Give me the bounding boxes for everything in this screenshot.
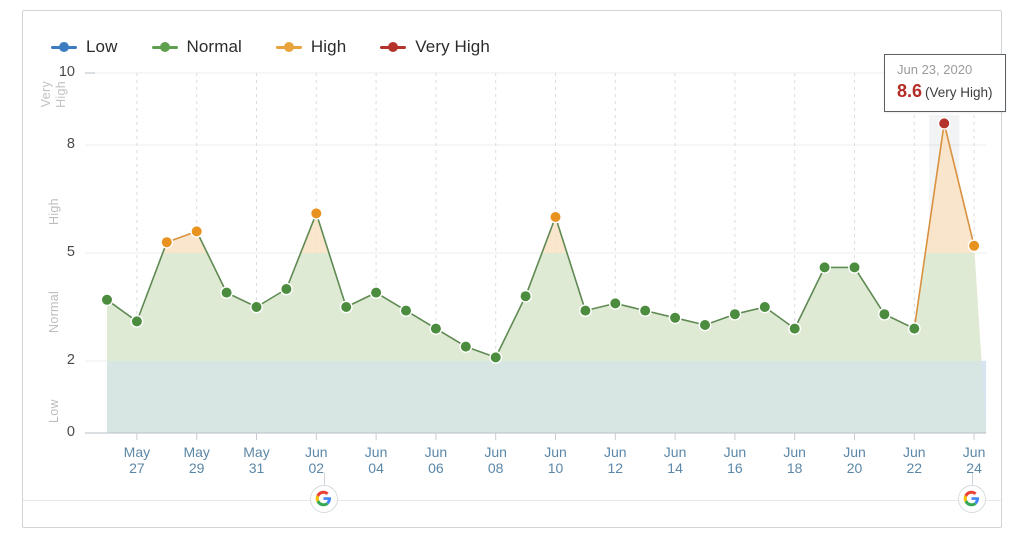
x-label-day: 04	[368, 460, 384, 476]
data-point[interactable]	[640, 305, 651, 316]
data-point[interactable]	[221, 287, 232, 298]
data-point[interactable]	[759, 302, 770, 312]
x-label-month: Jun	[903, 444, 926, 460]
chart-screenshot: Low Normal High Very High 0 2 5 8 10 Low Normal Hi…	[0, 0, 1024, 538]
x-label-day: 27	[129, 460, 145, 476]
x-axis-tick-label[interactable]: Jun 02	[293, 444, 339, 476]
chart-card: Low Normal High Very High 0 2 5 8 10 Low Normal Hi…	[22, 10, 1006, 528]
band-label-normal: Normal	[47, 290, 61, 333]
x-label-month: Jun	[544, 444, 567, 460]
x-label-day: 06	[428, 460, 444, 476]
x-label-month: Jun	[663, 444, 687, 460]
data-point[interactable]	[670, 312, 681, 323]
x-label-month: Jun	[364, 444, 388, 460]
x-label-month: Jun	[962, 444, 986, 460]
x-label-month: Jun	[305, 444, 328, 460]
data-point[interactable]	[460, 341, 471, 352]
x-label-day: 08	[487, 460, 504, 476]
x-axis-tick-label[interactable]: Jun 24	[951, 444, 997, 476]
x-label-month: Jun	[723, 444, 747, 460]
google-update-marker-1[interactable]	[310, 473, 338, 513]
data-point[interactable]	[251, 302, 262, 312]
tooltip-value-row: 8.6 (Very High)	[897, 81, 993, 102]
x-axis-tick-label[interactable]: Jun 16	[712, 444, 758, 476]
x-label-month: May	[123, 444, 151, 460]
band-low-overlay	[107, 361, 987, 433]
x-label-day: 10	[547, 460, 564, 476]
x-label-month: Jun	[783, 444, 806, 460]
data-point[interactable]	[909, 323, 920, 334]
footer-divider	[23, 500, 1003, 501]
tooltip-category: (Very High)	[925, 85, 993, 100]
y-axis-tick-label: 0	[66, 424, 75, 440]
x-axis-tick-label[interactable]: Jun 20	[832, 444, 878, 476]
data-point[interactable]	[102, 294, 112, 305]
x-axis-tick-label[interactable]: May 29	[174, 444, 220, 476]
data-point[interactable]	[819, 262, 830, 273]
x-axis-tick-label[interactable]: Jun 18	[772, 444, 818, 476]
data-point[interactable]	[281, 284, 292, 294]
tooltip-value: 8.6	[897, 81, 923, 101]
data-point[interactable]	[131, 316, 142, 327]
data-point[interactable]	[311, 208, 322, 219]
data-point[interactable]	[580, 305, 591, 316]
data-point[interactable]	[401, 305, 411, 316]
data-point[interactable]	[550, 212, 561, 222]
band-label-text: Very	[39, 81, 53, 108]
data-point[interactable]	[789, 323, 800, 334]
data-point-tooltip: Jun 23, 2020 8.6 (Very High)	[884, 54, 1006, 112]
x-label-month: Jun	[604, 444, 627, 460]
data-point[interactable]	[969, 240, 980, 251]
data-point[interactable]	[430, 323, 441, 334]
band-label-high: High	[47, 198, 61, 225]
data-point[interactable]	[939, 118, 950, 129]
x-label-day: 18	[786, 460, 803, 476]
x-axis-tick-label[interactable]: Jun 10	[533, 444, 579, 476]
band-label-low: Low	[47, 399, 61, 423]
y-axis-tick-label: 2	[66, 352, 75, 368]
x-axis-tick-label[interactable]: Jun 12	[592, 444, 638, 476]
x-label-day: 31	[248, 460, 265, 476]
x-axis-tick-label[interactable]: Jun 04	[353, 444, 399, 476]
google-update-marker-2[interactable]	[958, 473, 986, 513]
x-label-month: May	[183, 444, 210, 460]
x-axis-tick-label[interactable]: May 31	[234, 444, 280, 476]
data-point[interactable]	[700, 320, 710, 330]
data-point[interactable]	[610, 298, 621, 309]
data-point[interactable]	[191, 226, 202, 237]
google-g-icon	[963, 490, 979, 507]
x-label-day: 16	[727, 460, 743, 476]
data-point[interactable]	[341, 302, 352, 312]
data-point[interactable]	[161, 237, 172, 248]
y-axis-tick-label: 5	[66, 244, 75, 260]
x-label-day: 29	[188, 460, 205, 476]
data-point[interactable]	[879, 309, 890, 320]
x-axis-tick-label[interactable]: Jun 08	[473, 444, 519, 476]
data-point[interactable]	[490, 352, 501, 363]
data-point[interactable]	[729, 309, 740, 320]
x-label-month: Jun	[484, 444, 507, 460]
x-label-day: 20	[846, 460, 863, 476]
x-label-day: 12	[607, 460, 624, 476]
x-label-month: Jun	[843, 444, 866, 460]
x-axis-tick-label[interactable]: May 27	[114, 444, 160, 476]
tooltip-date: Jun 23, 2020	[897, 62, 973, 77]
data-point[interactable]	[520, 291, 531, 302]
google-g-icon	[315, 490, 331, 507]
plot-area: 0 2 5 8 10 Low Normal High Very High May 27 May 29 May…	[23, 11, 1003, 527]
data-point[interactable]	[849, 262, 860, 273]
x-axis-tick-label[interactable]: Jun 14	[652, 444, 698, 476]
y-axis-tick-label: 10	[58, 64, 75, 80]
x-label-month: May	[243, 444, 270, 460]
band-label-very-high: Very High	[39, 81, 79, 141]
data-point[interactable]	[371, 287, 382, 298]
band-label-text: High	[54, 81, 68, 108]
x-label-day: 14	[667, 460, 683, 476]
x-axis-tick-label[interactable]: Jun 06	[413, 444, 459, 476]
x-label-day: 22	[906, 460, 923, 476]
x-axis-tick-label[interactable]: Jun 22	[891, 444, 937, 476]
x-label-month: Jun	[424, 444, 448, 460]
x-label-day: 02	[308, 460, 325, 476]
x-label-day: 24	[966, 460, 982, 476]
